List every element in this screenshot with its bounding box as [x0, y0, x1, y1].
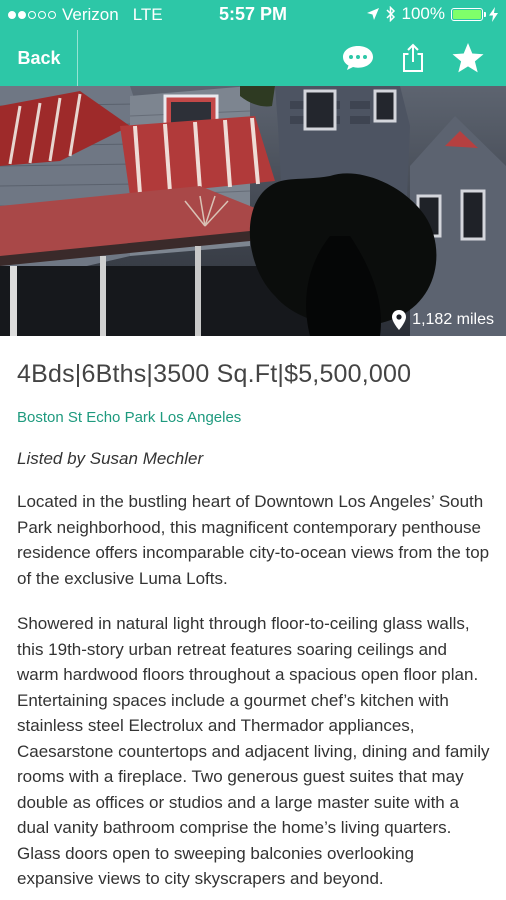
back-button[interactable]: Back [0, 30, 78, 86]
nav-divider [77, 30, 78, 86]
house-image [0, 86, 506, 336]
top-bar: Verizon LTE 5:57 PM 100% Back [0, 0, 506, 86]
distance-badge: 1,182 miles [392, 310, 494, 330]
address-link[interactable]: Boston St Echo Park Los Angeles [17, 409, 492, 426]
listing-headline: 4Bds|6Bths|3500 Sq.Ft|$5,500,000 [17, 360, 412, 388]
charging-bolt-icon [489, 6, 498, 22]
share-icon[interactable] [393, 38, 433, 78]
listing-details: 4Bds|6Bths|3500 Sq.Ft|$5,500,000 Boston … [17, 336, 492, 892]
listed-by: Listed by Susan Mechler [17, 449, 204, 468]
description-paragraph-2: Showered in natural light through floor-… [17, 614, 490, 888]
status-bar: Verizon LTE 5:57 PM 100% [0, 0, 506, 30]
chat-bubble-icon[interactable] [338, 38, 378, 78]
property-photo: 1,182 miles [0, 86, 506, 336]
distance-label: 1,182 miles [412, 311, 494, 328]
location-arrow-icon [366, 8, 379, 20]
star-icon[interactable] [448, 38, 488, 78]
status-right: 100% [366, 4, 498, 24]
nav-bar: Back [0, 30, 506, 86]
battery-icon [451, 7, 486, 21]
description-paragraph-1: Located in the bustling heart of Downtow… [17, 492, 490, 588]
map-pin-icon [392, 310, 407, 330]
bluetooth-icon [385, 6, 395, 22]
battery-percent: 100% [401, 4, 445, 23]
